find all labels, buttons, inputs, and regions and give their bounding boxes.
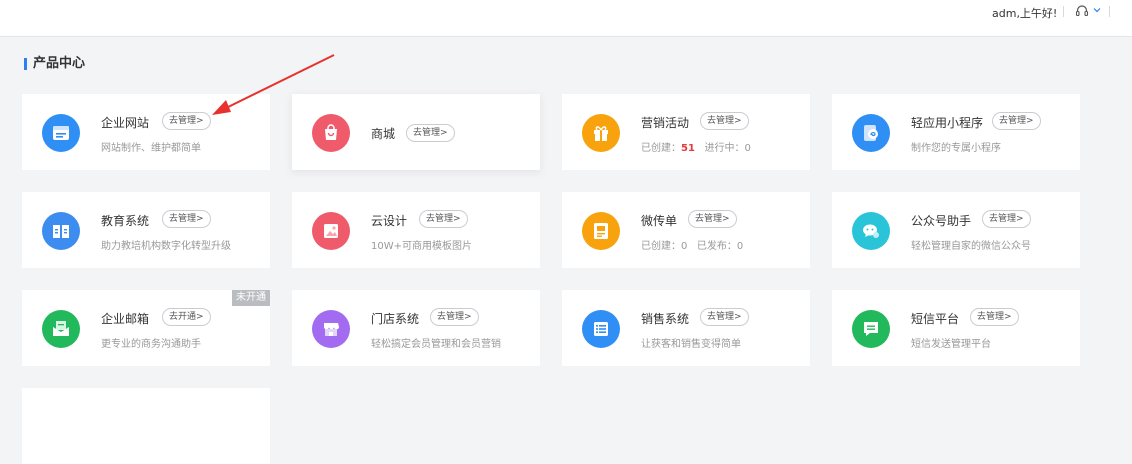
product-card-education[interactable]: 教育系统 去管理> 助力教培机构数字化转型升级 <box>22 192 270 268</box>
product-desc: 轻松管理自家的微信公众号 <box>911 241 1031 252</box>
message-icon <box>852 310 890 348</box>
product-card-mall[interactable]: 商城 去管理> <box>292 94 540 170</box>
manage-button[interactable]: 去管理> <box>688 210 737 228</box>
product-card-partial[interactable] <box>22 388 270 464</box>
product-name: 企业邮箱 <box>101 312 150 326</box>
product-desc: 制作您的专属小程序 <box>911 143 1001 154</box>
product-desc: 网站制作、维护都简单 <box>101 143 201 154</box>
top-bar: adm,上午好! <box>0 0 1132 37</box>
product-card-marketing[interactable]: 营销活动 去管理> 已创建：51 进行中：0 <box>562 94 810 170</box>
stat-label: 进行中： <box>704 143 745 154</box>
image-icon <box>312 212 350 250</box>
mail-icon <box>42 310 80 348</box>
manage-button[interactable]: 去管理> <box>162 112 211 130</box>
product-desc: 10W+可商用模板图片 <box>371 241 472 252</box>
manage-button[interactable]: 去管理> <box>992 112 1041 130</box>
product-card-mini-program[interactable]: 轻应用小程序 去管理> 制作您的专属小程序 <box>832 94 1080 170</box>
product-name: 短信平台 <box>911 312 960 326</box>
user-greeting: adm,上午好! <box>992 7 1058 20</box>
product-stats: 已创建：0 已发布：0 <box>641 237 743 252</box>
wechat-icon <box>852 212 890 250</box>
manage-button[interactable]: 去管理> <box>700 308 749 326</box>
chevron-down-icon[interactable] <box>1093 7 1101 13</box>
manage-button[interactable]: 去管理> <box>419 210 468 228</box>
section-title: 产品中心 <box>24 56 85 72</box>
product-name: 公众号助手 <box>911 214 972 228</box>
status-badge: 未开通 <box>232 290 270 306</box>
manage-button[interactable]: 去管理> <box>430 308 479 326</box>
open-button[interactable]: 去开通> <box>162 308 211 326</box>
product-name: 轻应用小程序 <box>911 116 984 130</box>
product-desc: 轻松搞定会员管理和会员营销 <box>371 339 501 350</box>
stat-value: 0 <box>744 143 751 154</box>
stat-label: 已发布： <box>696 241 737 252</box>
manage-button[interactable]: 去管理> <box>970 308 1019 326</box>
product-card-wechat-assistant[interactable]: 公众号助手 去管理> 轻松管理自家的微信公众号 <box>832 192 1080 268</box>
divider <box>1063 6 1064 17</box>
product-name: 微传单 <box>641 214 678 228</box>
product-card-flyer[interactable]: 微传单 去管理> 已创建：0 已发布：0 <box>562 192 810 268</box>
product-desc: 助力教培机构数字化转型升级 <box>101 241 231 252</box>
manage-button[interactable]: 去管理> <box>700 112 749 130</box>
product-desc: 让获客和销售变得简单 <box>641 339 741 350</box>
store-icon <box>312 310 350 348</box>
product-name: 企业网站 <box>101 116 150 130</box>
product-name: 门店系统 <box>371 312 420 326</box>
stat-label: 已创建： <box>641 143 681 154</box>
product-name: 营销活动 <box>641 116 690 130</box>
shopping-bag-icon <box>312 114 350 152</box>
manage-button[interactable]: 去管理> <box>982 210 1031 228</box>
gift-icon <box>582 114 620 152</box>
product-card-store[interactable]: 门店系统 去管理> 轻松搞定会员管理和会员营销 <box>292 290 540 366</box>
divider <box>1109 6 1110 17</box>
stat-label: 已创建： <box>641 241 681 252</box>
product-desc: 短信发送管理平台 <box>911 339 991 350</box>
stat-value: 0 <box>681 241 688 252</box>
product-name: 商城 <box>371 127 396 141</box>
product-desc: 更专业的商务沟通助手 <box>101 339 201 350</box>
website-icon <box>42 114 80 152</box>
flyer-icon <box>582 212 620 250</box>
stat-value: 51 <box>681 143 695 154</box>
product-card-sms[interactable]: 短信平台 去管理> 短信发送管理平台 <box>832 290 1080 366</box>
manage-button[interactable]: 去管理> <box>162 210 211 228</box>
product-name: 云设计 <box>371 214 408 228</box>
product-card-sales[interactable]: 销售系统 去管理> 让获客和销售变得简单 <box>562 290 810 366</box>
product-name: 销售系统 <box>641 312 690 326</box>
product-card-enterprise-mail[interactable]: 未开通 企业邮箱 去开通> 更专业的商务沟通助手 <box>22 290 270 366</box>
manage-button[interactable]: 去管理> <box>406 124 455 142</box>
product-name: 教育系统 <box>101 214 150 228</box>
headset-icon[interactable] <box>1075 4 1089 18</box>
list-icon <box>582 310 620 348</box>
product-card-cloud-design[interactable]: 云设计 去管理> 10W+可商用模板图片 <box>292 192 540 268</box>
product-stats: 已创建：51 进行中：0 <box>641 139 751 154</box>
stat-value: 0 <box>736 241 744 252</box>
product-card-website[interactable]: 企业网站 去管理> 网站制作、维护都简单 <box>22 94 270 170</box>
book-icon <box>42 212 80 250</box>
mini-program-icon <box>852 114 890 152</box>
